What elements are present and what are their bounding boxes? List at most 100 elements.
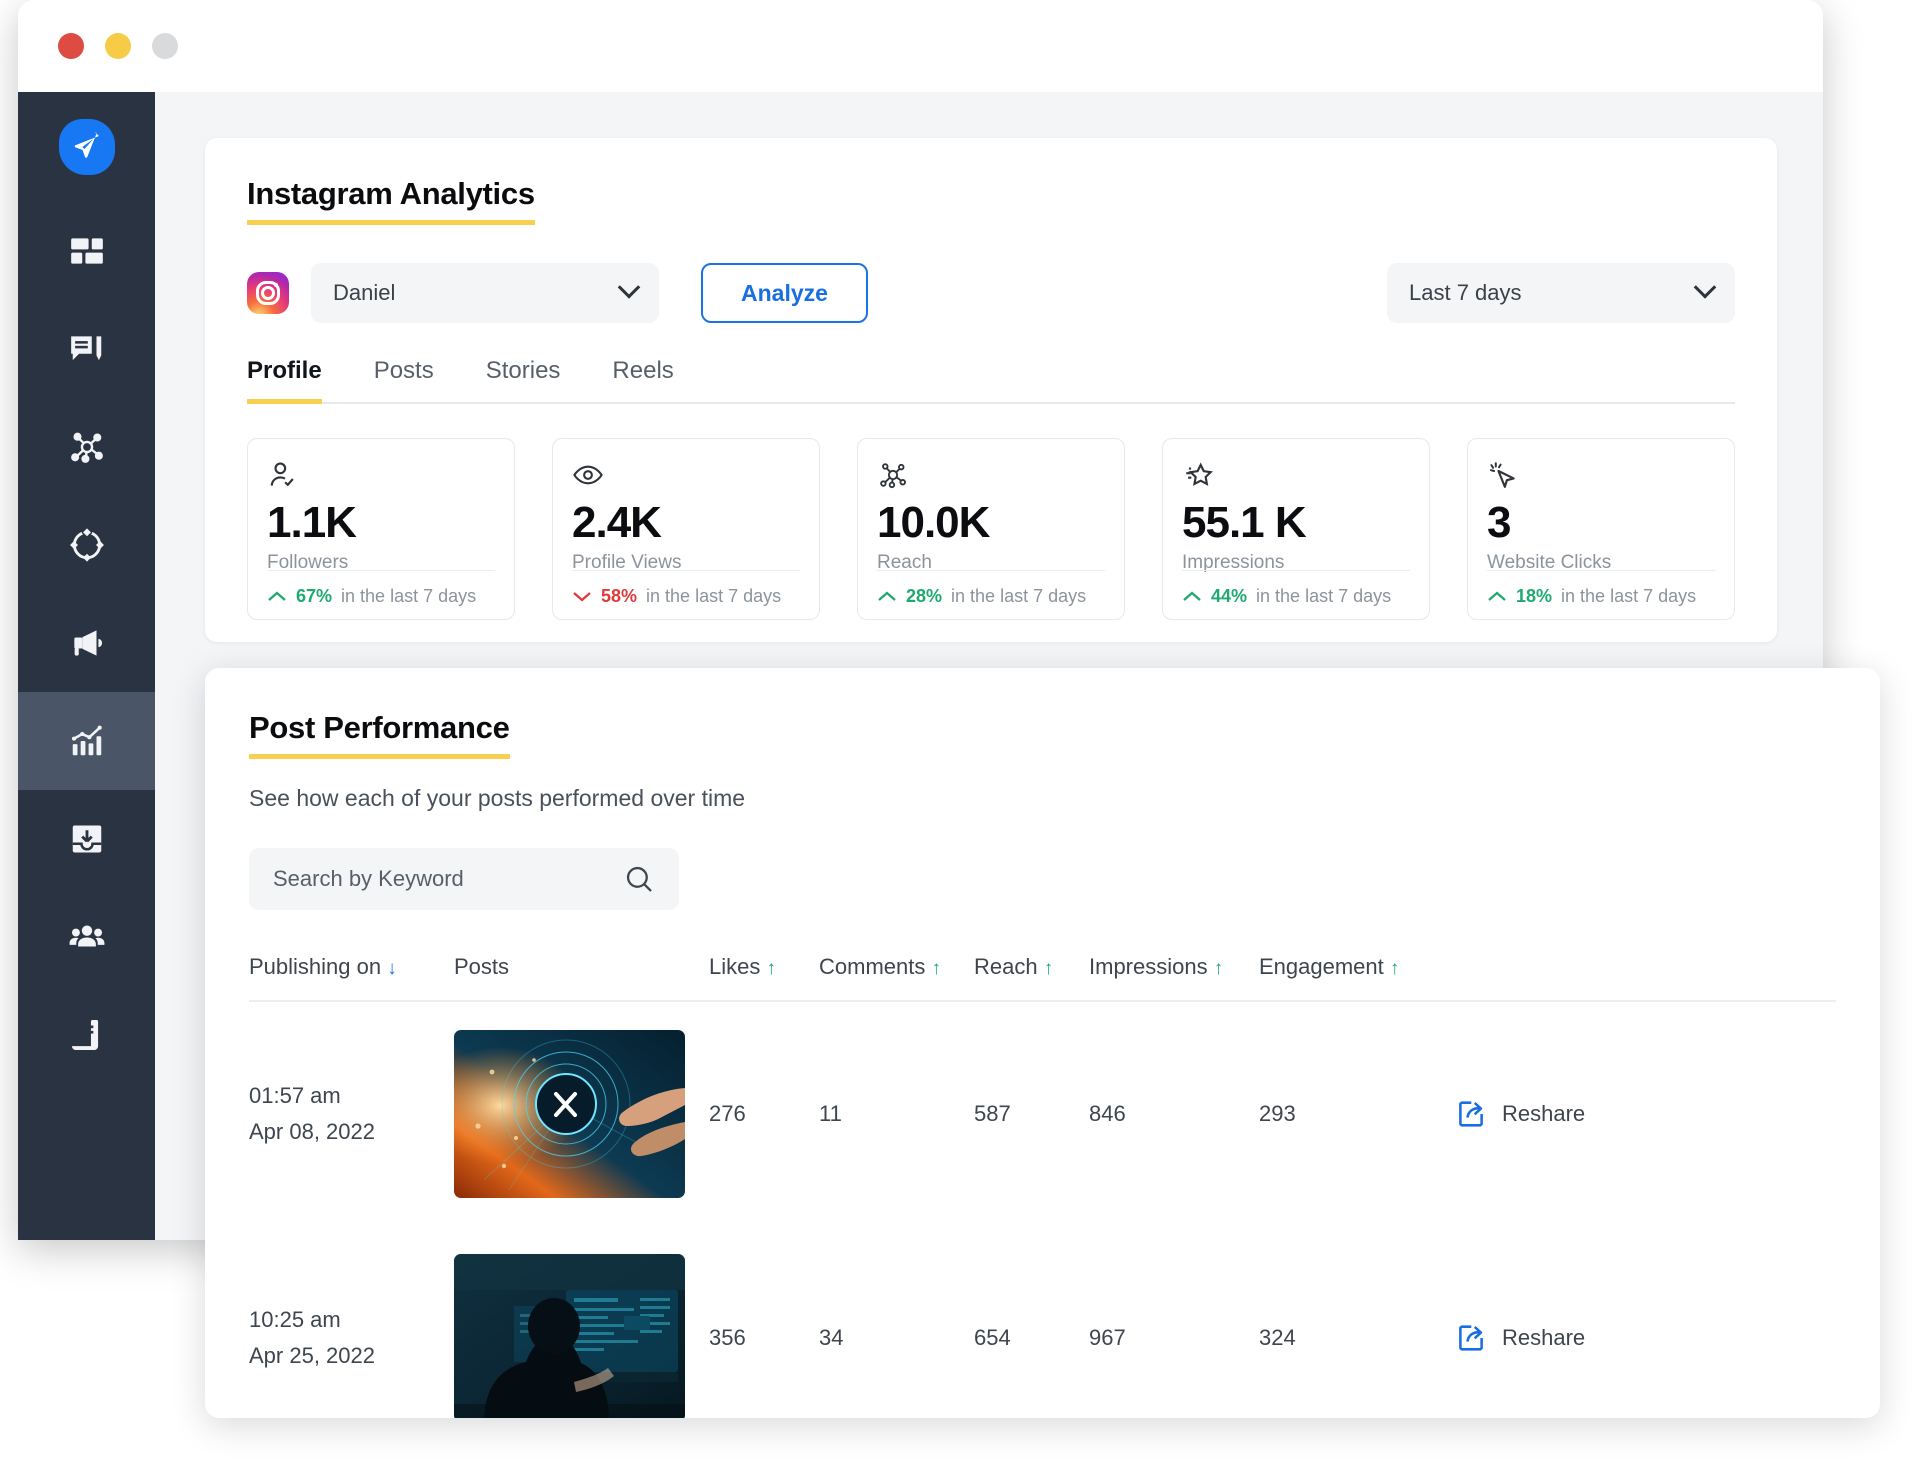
arrow-up-icon (1488, 591, 1506, 601)
metric-delta: 44% in the last 7 days (1182, 586, 1391, 607)
cell-action: Reshare (1454, 1001, 1836, 1226)
metric-delta-suffix: in the last 7 days (951, 586, 1087, 606)
reshare-button[interactable]: Reshare (1454, 1321, 1836, 1355)
metric-delta-value: 18% (1516, 586, 1553, 606)
column-likes[interactable]: Likes ↑ (709, 954, 819, 1001)
document-lines-icon (71, 1019, 98, 1051)
metric-delta-value: 67% (296, 586, 333, 606)
metric-delta-suffix: in the last 7 days (1256, 586, 1392, 606)
tab-posts[interactable]: Posts (374, 357, 434, 404)
close-window-button[interactable] (58, 33, 84, 59)
cell-comments: 34 (819, 1325, 844, 1350)
cell-publishing-on: 10:25 am Apr 25, 2022 (249, 1226, 454, 1418)
reshare-label: Reshare (1502, 1101, 1586, 1126)
metric-delta-value: 28% (906, 586, 943, 606)
cell-post-thumbnail[interactable] (454, 1226, 709, 1418)
minimize-window-button[interactable] (105, 33, 131, 59)
table-row[interactable]: 01:57 am Apr 08, 2022 276 11 587 846 293… (249, 1001, 1836, 1226)
metric-delta-suffix: in the last 7 days (341, 586, 477, 606)
column-comments[interactable]: Comments ↑ (819, 954, 974, 1001)
people-group-icon (69, 925, 104, 947)
column-reach[interactable]: Reach ↑ (974, 954, 1089, 1001)
cell-engagement: 324 (1259, 1325, 1296, 1350)
megaphone-icon (73, 630, 102, 656)
sidebar-item-campaigns[interactable] (18, 594, 155, 692)
post-performance-title: Post Performance (249, 710, 510, 759)
publish-time: 01:57 am (249, 1082, 341, 1108)
metric-cards: 1.1K Followers 67% in the last 7 days 2.… (247, 438, 1735, 620)
table-row[interactable]: 10:25 am Apr 25, 2022 356 34 654 967 324… (249, 1226, 1836, 1418)
cell-post-thumbnail[interactable] (454, 1001, 709, 1226)
account-select-value: Daniel (333, 280, 396, 305)
publish-date: Apr 25, 2022 (249, 1343, 375, 1368)
metric-value: 2.4K (572, 498, 662, 547)
post-performance-table: Publishing on ↓ Posts Likes ↑ Comments ↑… (249, 954, 1836, 1418)
column-label: Reach (974, 954, 1038, 979)
tab-profile[interactable]: Profile (247, 357, 322, 404)
sidebar-item-engage[interactable] (18, 300, 155, 398)
sidebar-item-discovery[interactable] (18, 496, 155, 594)
sidebar-item-reports[interactable] (18, 986, 155, 1084)
metric-value: 1.1K (267, 498, 357, 547)
screenshot-root: Instagram Analytics Daniel Analyze Last … (0, 0, 1929, 1467)
column-label: Likes (709, 954, 761, 979)
sidebar-item-dashboard[interactable] (18, 202, 155, 300)
chevron-down-icon (1693, 276, 1717, 299)
chevron-down-icon (617, 276, 641, 299)
window-titlebar (18, 0, 1823, 92)
sidebar-item-team[interactable] (18, 888, 155, 986)
user-check-icon (270, 462, 294, 487)
star-motion-icon (1186, 462, 1213, 486)
comment-compose-icon (70, 336, 101, 361)
reshare-icon (1459, 1101, 1483, 1127)
column-engagement[interactable]: Engagement ↑ (1259, 954, 1454, 1001)
column-label: Publishing on (249, 954, 382, 979)
sort-arrow-up-icon: ↑ (1213, 958, 1224, 979)
arrow-up-icon (1183, 591, 1201, 601)
metric-delta: 18% in the last 7 days (1487, 586, 1696, 607)
column-label: Comments (819, 954, 926, 979)
app-sidebar (18, 92, 155, 1240)
sidebar-item-inbox[interactable] (18, 790, 155, 888)
page-title: Instagram Analytics (247, 176, 535, 225)
share-nodes-icon (880, 463, 906, 489)
metric-delta: 28% in the last 7 days (877, 586, 1086, 607)
instagram-icon (247, 272, 289, 314)
post-thumbnail-hacker[interactable] (454, 1254, 685, 1418)
click-cursor-icon (1490, 462, 1515, 488)
column-impressions[interactable]: Impressions ↑ (1089, 954, 1259, 1001)
analytics-toolbar: Daniel Analyze Last 7 days (247, 263, 1735, 323)
metric-delta: 58% in the last 7 days (572, 586, 781, 607)
maximize-window-button[interactable] (152, 33, 178, 59)
metric-value: 10.0K (877, 498, 990, 547)
analyze-button[interactable]: Analyze (701, 263, 868, 323)
arrow-up-icon (878, 591, 896, 601)
sort-arrow-up-icon: ↑ (1043, 958, 1054, 979)
publish-date: Apr 08, 2022 (249, 1119, 375, 1144)
thumbnail-image (454, 1030, 685, 1198)
sidebar-item-network[interactable] (18, 398, 155, 496)
sidebar-item-analytics[interactable] (18, 692, 155, 790)
tab-stories[interactable]: Stories (486, 357, 561, 404)
cell-likes: 356 (709, 1325, 746, 1350)
date-range-value: Last 7 days (1409, 280, 1522, 305)
column-posts[interactable]: Posts (454, 954, 709, 1001)
search-input[interactable]: Search by Keyword (249, 848, 679, 910)
column-label: Impressions (1089, 954, 1208, 979)
bar-chart-trend-icon (71, 725, 102, 756)
arrow-up-icon (268, 591, 286, 601)
column-label: Posts (454, 954, 510, 979)
column-publishing-on[interactable]: Publishing on ↓ (249, 954, 454, 1001)
reshare-label: Reshare (1502, 1325, 1586, 1350)
metric-delta-value: 44% (1211, 586, 1248, 606)
reshare-button[interactable]: Reshare (1454, 1097, 1836, 1131)
date-range-select[interactable]: Last 7 days (1387, 263, 1735, 323)
paper-plane-icon (58, 119, 115, 175)
cell-reach: 587 (974, 1101, 1011, 1126)
post-performance-subtitle: See how each of your posts performed ove… (249, 785, 746, 811)
sidebar-item-logo[interactable] (18, 92, 155, 202)
account-select[interactable]: Daniel (311, 263, 659, 323)
tab-reels[interactable]: Reels (612, 357, 673, 404)
post-thumbnail-tech-hud[interactable] (454, 1030, 685, 1198)
cell-impressions: 967 (1089, 1325, 1126, 1350)
